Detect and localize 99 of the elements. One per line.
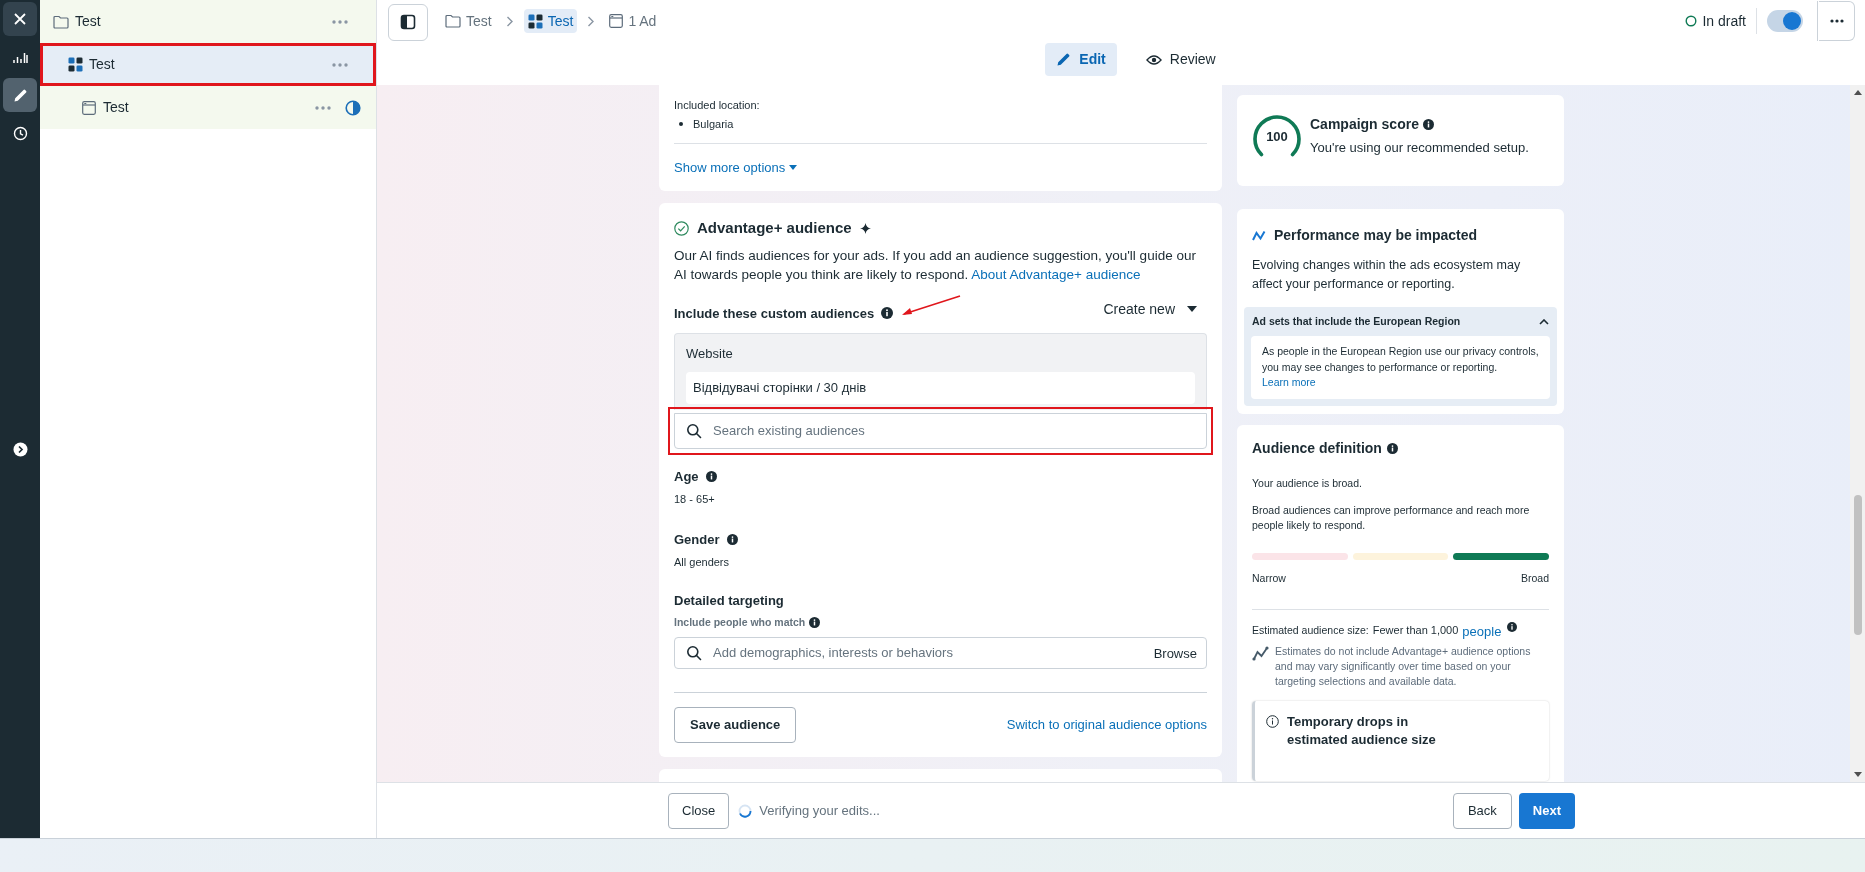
more-icon[interactable] [332,19,348,24]
switch-options-link[interactable]: Switch to original audience options [1006,715,1207,735]
field-hint: Include people who match [674,615,806,630]
sparkle-icon [859,222,871,234]
info-icon[interactable] [881,307,894,320]
locations-label: Included location: [674,98,761,113]
info-icon[interactable] [1422,119,1434,130]
people-link[interactable]: people [1462,624,1502,639]
breadcrumb-link[interactable]: Test [523,9,578,33]
save-audience-button[interactable]: Save audience [674,706,797,743]
field-value: 18 - 65+ [674,492,716,507]
bar-chart-icon [12,50,28,64]
folder-icon [445,14,461,28]
sidebar-icon [400,14,416,30]
tree-item[interactable]: Test [40,86,376,129]
breadcrumb-link[interactable]: 1 Ad [605,9,661,33]
notice-header[interactable]: Ad sets that include the European Region [1251,313,1550,330]
info-icon[interactable] [1507,622,1518,632]
grid-icon [527,13,543,29]
tree-item-label: Test [103,98,129,117]
back-button[interactable]: Back [1452,792,1512,829]
field-value: All genders [674,555,731,570]
audience-item[interactable]: Відвідувачі сторінки / 30 днів [686,371,1195,404]
rail-button[interactable] [3,78,37,112]
info-icon[interactable] [726,533,738,545]
scrollbar[interactable] [1850,85,1865,782]
more-icon[interactable] [332,62,348,67]
close-icon [13,12,27,26]
chevron-icon [1539,318,1549,325]
field-label: Age [674,467,699,486]
rail-button[interactable] [3,2,37,36]
mode-tab[interactable]: Review [1134,43,1227,76]
eye-icon [1145,53,1162,66]
window-icon [82,100,96,115]
status-circle-icon [1685,15,1698,27]
pencil-icon [12,87,28,103]
field-label: Detailed targeting [674,591,785,610]
chevron-icon [587,15,596,27]
learn-more-link[interactable]: Learn more [1262,376,1316,388]
info-icon[interactable] [705,470,717,482]
more-icon [1829,19,1844,23]
score-text: You're using our recommended setup. [1310,139,1529,157]
check-circle-icon [674,220,689,236]
about-link[interactable]: About Advantage+ audience [971,266,1141,282]
create-new-dropdown[interactable]: Create new [1103,298,1197,320]
toggle-switch[interactable] [1767,10,1803,32]
estimate-label: Estimated audience size: [1252,622,1369,638]
grid-icon [67,57,83,72]
mode-tab[interactable]: Edit [1045,43,1117,76]
show-more-link[interactable]: Show more options [674,158,798,178]
chevron-circle-icon [12,441,28,457]
trend-icon [1252,645,1269,661]
field-label: Include these custom audiences [674,304,875,323]
half-circle-icon[interactable] [345,99,361,116]
search-icon [686,644,702,661]
info-icon[interactable] [1386,442,1398,454]
close-button[interactable]: Close [668,792,730,829]
card-text: Evolving changes within the ads ecosystem may affect your performance or reporting. [1251,257,1522,293]
trend-icon [1252,229,1266,242]
folder-icon [53,14,69,29]
browse-button[interactable]: Browse [1153,643,1197,664]
chevron-icon [505,15,514,27]
score-value: 100 [1265,128,1289,147]
breadcrumb-link[interactable]: Test [441,9,496,33]
spinner-icon [738,803,753,818]
caret-icon [789,165,798,171]
tree-item-label: Test [89,55,115,74]
tree-item[interactable]: Test [40,43,376,86]
info-outline-icon [1266,714,1279,728]
status-text: Verifying your edits... [759,801,880,820]
more-icon[interactable] [315,105,331,110]
card-title: Audience definition [1252,438,1382,458]
section-title: Advantage+ audience [697,218,852,238]
draft-status: In draft [1702,11,1746,31]
estimate-value: Fewer than 1,000 [1372,623,1459,638]
search-field[interactable]: Search existing audiences [674,412,1207,449]
notice-text: As people in the European Region use our privacy controls, you may see changes to performance or reporting. Learn more [1262,344,1539,390]
card-title: Performance may be impacted [1274,226,1478,245]
notice-title: Temporary drops in estimated audience size [1287,712,1437,749]
tree-item[interactable]: Test [40,0,376,43]
audience-text: Broad audiences can improve performance and reach more people likely to respond. [1252,503,1531,534]
estimate-note: Estimates do not include Advantage+ audience options and may vary significantly over time based on your targeting selections and available data. [1275,643,1532,689]
score-title: Campaign score [1310,115,1419,134]
audience-summary: Your audience is broad. [1252,475,1363,491]
caret-icon [1187,306,1197,313]
field-label: Gender [674,530,720,549]
next-button[interactable]: Next [1518,792,1575,829]
meter-label: Narrow [1252,571,1286,587]
info-icon[interactable] [809,617,821,629]
meter-label: Broad [1520,571,1549,587]
clock-icon [12,125,28,141]
tree-item-label: Test [75,12,101,31]
section-description: Our AI finds audiences for your ads. If you add an audience suggestion, you'll guide our AI towards people you think are likely to respond. About Advantage+ audience [674,246,1197,284]
sidebar-toggle-button[interactable] [388,3,428,41]
window-icon [609,14,624,28]
pencil-icon [1056,52,1072,67]
search-icon [686,422,702,439]
location-item: Bulgaria [674,115,1207,132]
group-label: Website [686,345,734,363]
